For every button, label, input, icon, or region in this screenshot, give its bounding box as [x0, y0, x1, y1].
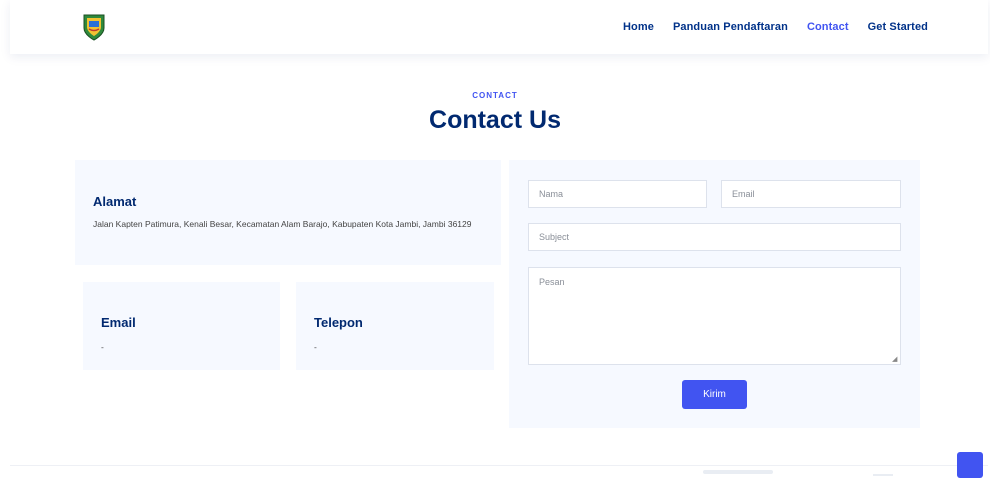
- email-box: Email -: [83, 282, 280, 370]
- nav-get-started[interactable]: Get Started: [868, 21, 928, 33]
- resize-grip-icon[interactable]: ◢: [892, 356, 899, 363]
- nav-contact[interactable]: Contact: [807, 21, 849, 33]
- phone-value: -: [314, 342, 317, 352]
- phone-box: Telepon -: [296, 282, 494, 370]
- coat-of-arms-logo[interactable]: [82, 13, 106, 41]
- message-textarea[interactable]: [528, 267, 901, 365]
- main-nav: Home Panduan Pendaftaran Contact Get Sta…: [623, 0, 928, 54]
- email-input[interactable]: [721, 180, 901, 208]
- contact-form: ◢ Kirim: [509, 160, 920, 428]
- page-title: Contact Us: [429, 106, 561, 134]
- nav-home[interactable]: Home: [623, 21, 654, 33]
- address-text: Jalan Kapten Patimura, Kenali Besar, Kec…: [93, 219, 472, 229]
- subject-input[interactable]: [528, 223, 901, 251]
- nav-panduan-pendaftaran[interactable]: Panduan Pendaftaran: [673, 21, 788, 33]
- phone-heading: Telepon: [314, 315, 363, 330]
- site-header: Home Panduan Pendaftaran Contact Get Sta…: [10, 0, 988, 54]
- submit-button[interactable]: Kirim: [682, 380, 747, 409]
- address-heading: Alamat: [93, 194, 137, 209]
- footer-decoration: [703, 470, 773, 474]
- section-label: CONTACT: [472, 91, 518, 100]
- arrow-up-icon: [957, 452, 983, 478]
- email-value: -: [101, 342, 104, 352]
- name-input[interactable]: [528, 180, 707, 208]
- back-to-top-button[interactable]: [957, 452, 983, 478]
- email-heading: Email: [101, 315, 136, 330]
- footer-decoration-small: [873, 474, 893, 476]
- address-box: Alamat Jalan Kapten Patimura, Kenali Bes…: [75, 160, 501, 265]
- footer-divider: [10, 465, 988, 466]
